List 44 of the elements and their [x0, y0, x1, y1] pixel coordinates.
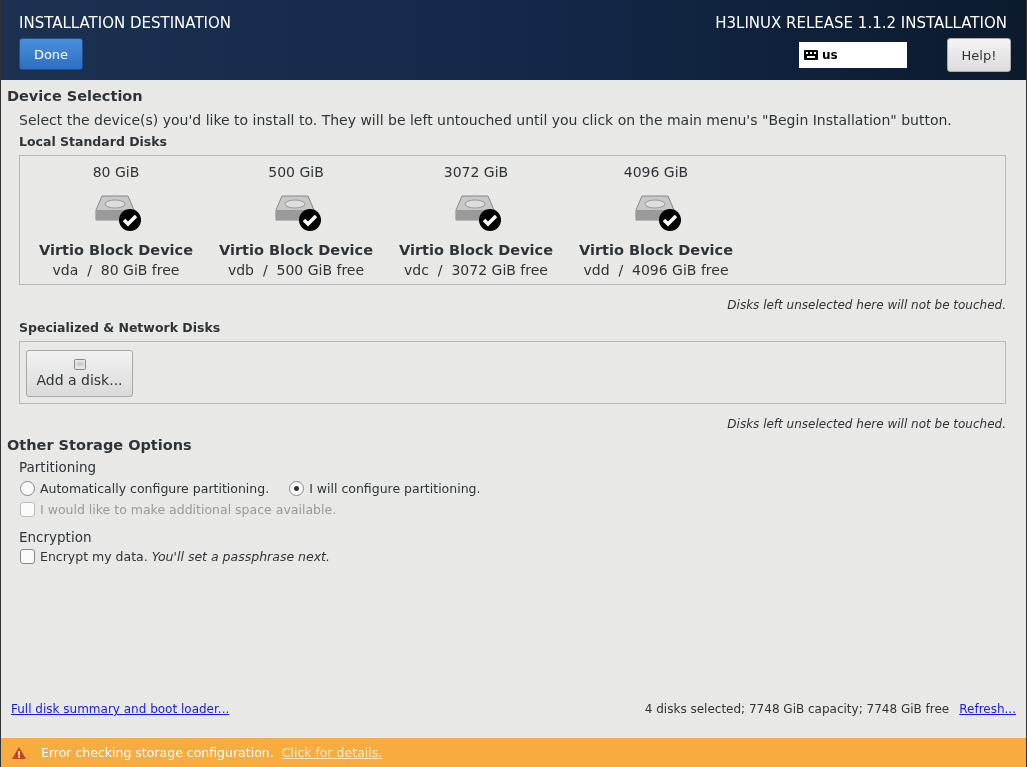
disk-tile[interactable]: 80 GiB Virtio Block Device vda / 80 GiB free: [26, 164, 206, 278]
screen-title: INSTALLATION DESTINATION: [19, 14, 232, 32]
done-button[interactable]: Done: [19, 38, 83, 70]
subsection-heading: Specialized & Network Disks: [19, 320, 222, 335]
disk-name: Virtio Block Device: [219, 242, 373, 258]
subsection-heading: Local Standard Disks: [19, 134, 169, 149]
disk-details: vdc / 3072 GiB free: [404, 262, 548, 278]
refresh-link[interactable]: Refresh...: [959, 702, 1016, 716]
add-disk-button[interactable]: Add a disk...: [26, 350, 133, 397]
disk-size: 4096 GiB: [623, 164, 689, 180]
keyboard-icon: [804, 50, 818, 60]
disk-name: Virtio Block Device: [399, 242, 553, 258]
disk-note: Disks left unselected here will not be touched.: [727, 417, 1006, 431]
subsection-heading: Partitioning: [19, 459, 98, 475]
help-button[interactable]: Help!: [947, 38, 1011, 72]
disk-name: Virtio Block Device: [579, 242, 733, 258]
error-message: Error checking storage configuration.: [41, 745, 274, 760]
radio-button[interactable]: [20, 481, 35, 496]
disk-tile[interactable]: 4096 GiB Virtio Block Device vdd / 4096 GiB free: [566, 164, 746, 278]
partitioning-radio[interactable]: I will configure partitioning.: [289, 481, 481, 496]
disk-details: vdd / 4096 GiB free: [583, 262, 729, 278]
section-heading: Device Selection: [7, 88, 144, 104]
keyboard-layout-indicator[interactable]: us: [799, 42, 907, 68]
keyboard-layout-label: us: [822, 48, 838, 62]
disk-name: Virtio Block Device: [39, 242, 193, 258]
selection-summary: 4 disks selected; 7748 GiB capacity; 7748 GiB free: [644, 702, 950, 716]
encrypt-checkbox[interactable]: Encrypt my data. You'll set a passphrase next.: [20, 549, 330, 564]
disk-size: 3072 GiB: [443, 164, 509, 180]
disk-details: vda / 80 GiB free: [52, 262, 180, 278]
disk-size: 80 GiB: [92, 164, 140, 180]
subsection-heading: Encryption: [19, 529, 93, 545]
section-heading: Other Storage Options: [7, 437, 193, 453]
instruction-text: Select the device(s) you'd like to install to. They will be left untouched until you click on the main menu's "Begin Installation" button.: [19, 112, 953, 128]
partitioning-radio[interactable]: Automatically configure partitioning.: [20, 481, 270, 496]
disk-details: vdb / 500 GiB free: [227, 262, 365, 278]
checkbox[interactable]: [20, 549, 35, 564]
product-title: H3LINUX RELEASE 1.1.2 INSTALLATION: [715, 14, 1007, 32]
disk-note: Disks left unselected here will not be touched.: [727, 298, 1006, 312]
radio-button[interactable]: [289, 481, 305, 496]
disk-tile[interactable]: 500 GiB Virtio Block Device vdb / 500 GiB free: [206, 164, 386, 278]
disk-tile[interactable]: 3072 GiB Virtio Block Device vdc / 3072 GiB free: [386, 164, 566, 278]
disk-size: 500 GiB: [268, 164, 324, 180]
warning-icon: [11, 745, 27, 760]
disk-summary-link[interactable]: Full disk summary and boot loader...: [11, 702, 230, 716]
